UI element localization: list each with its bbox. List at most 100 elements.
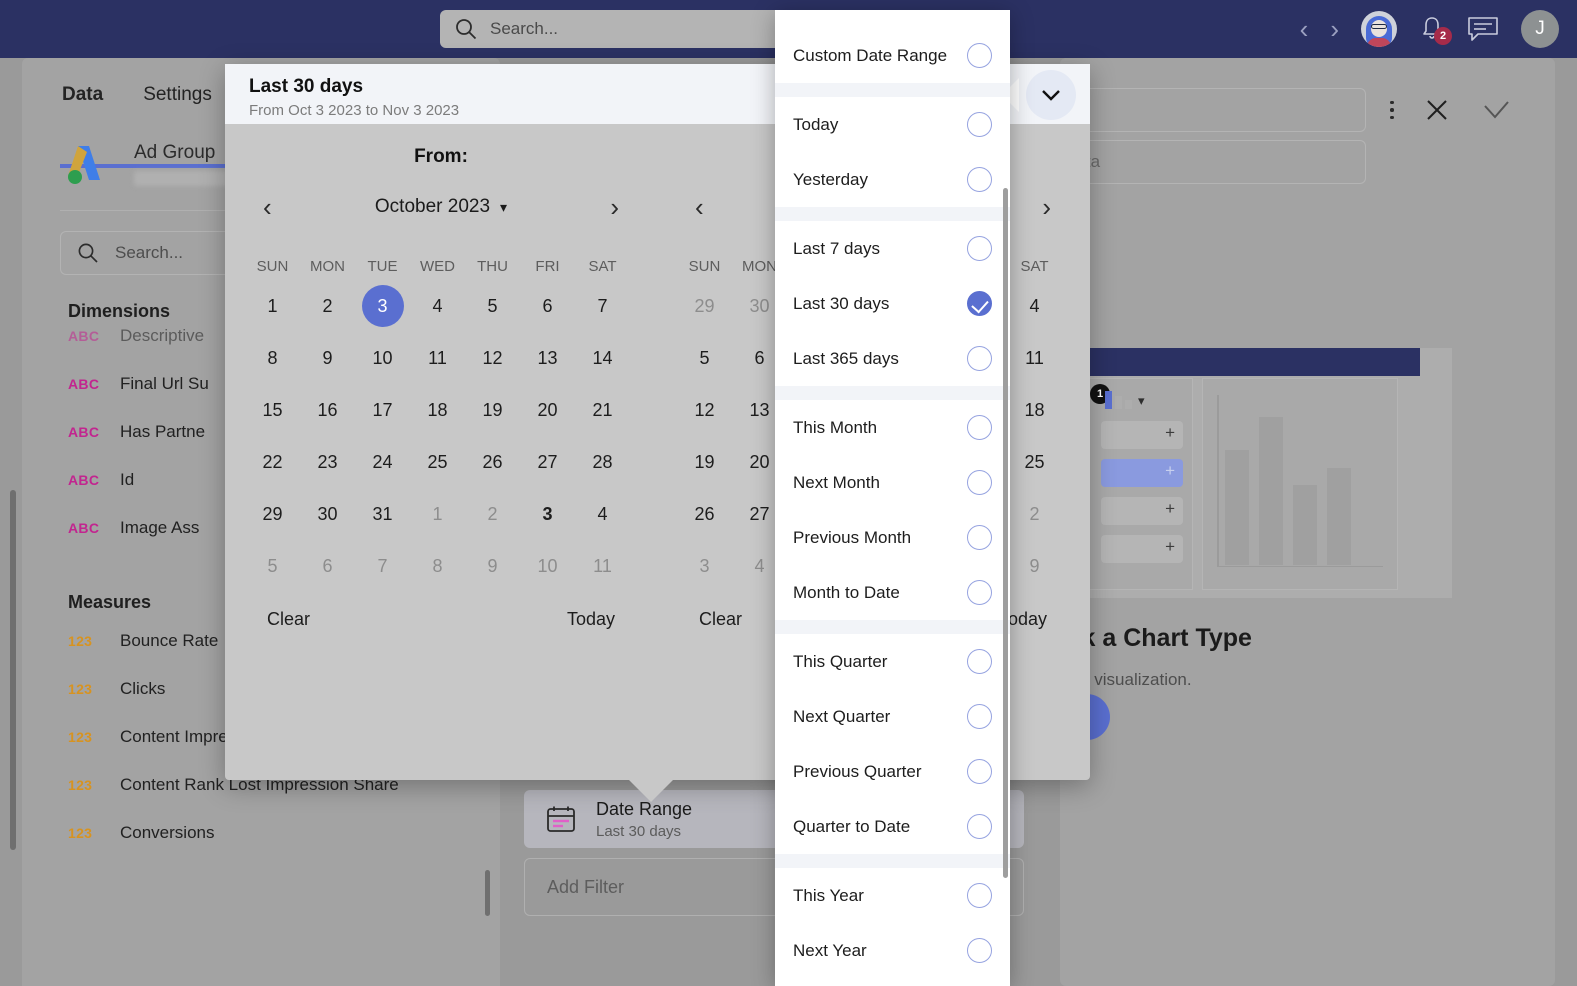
calendar-day[interactable]: 6	[520, 285, 575, 327]
dropdown-item-today[interactable]: Today	[775, 97, 1010, 152]
calendar-day[interactable]: 26	[677, 493, 732, 535]
radio-icon[interactable]	[967, 167, 992, 192]
close-icon[interactable]	[1422, 95, 1452, 125]
notifications-button[interactable]: 2	[1419, 15, 1452, 45]
calendar-day[interactable]: 12	[677, 389, 732, 431]
check-icon[interactable]	[1480, 95, 1512, 125]
next-month-button[interactable]: ›	[1042, 194, 1051, 220]
calendar-day[interactable]: 7	[355, 545, 410, 587]
calendar-day[interactable]: 26	[465, 441, 520, 483]
date-preset-dropdown[interactable]: Custom Date Range Today Yesterday Last 7 da…	[775, 10, 1010, 986]
next-month-button[interactable]: ›	[610, 194, 619, 220]
clear-button[interactable]: Clear	[267, 609, 310, 630]
dropdown-item-previous-quarter[interactable]: Previous Quarter	[775, 744, 1010, 799]
bucket-2[interactable]: +	[1101, 459, 1183, 487]
calendar-day[interactable]: 31	[355, 493, 410, 535]
dropdown-item-next-year[interactable]: Next Year	[775, 923, 1010, 978]
user-avatar[interactable]: J	[1521, 10, 1559, 48]
calendar-day[interactable]: 4	[410, 285, 465, 327]
calendar-day[interactable]: 11	[575, 545, 630, 587]
dropdown-item-previous-month[interactable]: Previous Month	[775, 510, 1010, 565]
calendar-day[interactable]: 10	[355, 337, 410, 379]
radio-icon[interactable]	[967, 759, 992, 784]
calendar-day[interactable]: 1	[410, 493, 465, 535]
chevron-right-icon[interactable]: ›	[1330, 16, 1339, 42]
calendar-day[interactable]: 27	[520, 441, 575, 483]
calendar-day[interactable]: 10	[520, 545, 575, 587]
calendar-day[interactable]: 25	[410, 441, 465, 483]
radio-checked-icon[interactable]	[967, 291, 992, 316]
dropdown-item-next-month[interactable]: Next Month	[775, 455, 1010, 510]
dropdown-scrollbar[interactable]	[1003, 188, 1008, 878]
prev-month-button[interactable]: ‹	[263, 194, 272, 220]
calendar-from-grid[interactable]: 1 2 3 4 5 6 7 8 9 10 11 12 13 14 15 16 17 18 19 20 21 22 23 24 2…	[225, 285, 657, 587]
calendar-day[interactable]: 21	[575, 389, 630, 431]
dropdown-item-this-quarter[interactable]: This Quarter	[775, 634, 1010, 689]
calendar-day[interactable]: 11	[410, 337, 465, 379]
radio-icon[interactable]	[967, 704, 992, 729]
calendar-day[interactable]: 2	[1007, 493, 1062, 535]
calendar-day[interactable]: 5	[677, 337, 732, 379]
radio-icon[interactable]	[967, 525, 992, 550]
calendar-day[interactable]: 28	[575, 441, 630, 483]
dropdown-item-last-30-days[interactable]: Last 30 days	[775, 276, 1010, 331]
radio-icon[interactable]	[967, 883, 992, 908]
list-item[interactable]: 123 Conversions	[22, 809, 500, 857]
calendar-day[interactable]: 4	[1007, 285, 1062, 327]
calendar-day[interactable]: 6	[300, 545, 355, 587]
calendar-day[interactable]: 7	[575, 285, 630, 327]
radio-icon[interactable]	[967, 938, 992, 963]
radio-icon[interactable]	[967, 814, 992, 839]
radio-icon[interactable]	[967, 580, 992, 605]
tab-settings[interactable]: Settings	[143, 84, 212, 120]
month-dropdown-from[interactable]: October 2023 ▾	[375, 196, 507, 218]
calendar-day[interactable]: 19	[677, 441, 732, 483]
dropdown-item-next-quarter[interactable]: Next Quarter	[775, 689, 1010, 744]
chevron-left-icon[interactable]: ‹	[1300, 16, 1309, 42]
measures-scrollbar[interactable]	[485, 870, 490, 916]
calendar-day[interactable]: 13	[520, 337, 575, 379]
radio-icon[interactable]	[967, 470, 992, 495]
messages-icon[interactable]	[1467, 15, 1499, 43]
bucket-3[interactable]: +	[1101, 497, 1183, 525]
calendar-day[interactable]: 8	[245, 337, 300, 379]
sidebar-scrollbar[interactable]	[10, 490, 16, 850]
calendar-day[interactable]: 11	[1007, 337, 1062, 379]
calendar-day[interactable]: 29	[245, 493, 300, 535]
radio-icon[interactable]	[967, 43, 992, 68]
calendar-day[interactable]: 5	[465, 285, 520, 327]
calendar-day[interactable]: 14	[575, 337, 630, 379]
calendar-day[interactable]: 23	[300, 441, 355, 483]
radio-icon[interactable]	[967, 415, 992, 440]
calendar-day[interactable]: 17	[355, 389, 410, 431]
date-preset-toggle-button[interactable]	[1026, 70, 1076, 120]
dropdown-item-quarter-to-date[interactable]: Quarter to Date	[775, 799, 1010, 854]
calendar-day[interactable]: 3	[520, 493, 575, 535]
calendar-day[interactable]: 29	[677, 285, 732, 327]
prev-month-button[interactable]: ‹	[695, 194, 704, 220]
calendar-day[interactable]: 25	[1007, 441, 1062, 483]
dropdown-list[interactable]: Custom Date Range Today Yesterday Last 7 da…	[775, 10, 1010, 978]
avatar[interactable]	[1361, 11, 1397, 47]
calendar-day[interactable]: 30	[300, 493, 355, 535]
global-search-input[interactable]: Search...	[440, 10, 812, 48]
calendar-day[interactable]: 19	[465, 389, 520, 431]
calendar-day[interactable]: 18	[410, 389, 465, 431]
calendar-day[interactable]: 15	[245, 389, 300, 431]
calendar-day[interactable]: 4	[575, 493, 630, 535]
calendar-day[interactable]: 2	[465, 493, 520, 535]
tab-data[interactable]: Data	[62, 84, 103, 120]
dropdown-item-last-7-days[interactable]: Last 7 days	[775, 221, 1010, 276]
calendar-day[interactable]: 5	[245, 545, 300, 587]
calendar-day[interactable]: 8	[410, 545, 465, 587]
dropdown-item-custom-date-range[interactable]: Custom Date Range	[775, 28, 1010, 83]
radio-icon[interactable]	[967, 236, 992, 261]
radio-icon[interactable]	[967, 649, 992, 674]
calendar-day[interactable]: 18	[1007, 389, 1062, 431]
calendar-day[interactable]: 24	[355, 441, 410, 483]
calendar-day[interactable]: 9	[300, 337, 355, 379]
dropdown-item-month-to-date[interactable]: Month to Date	[775, 565, 1010, 620]
dropdown-item-last-365-days[interactable]: Last 365 days	[775, 331, 1010, 386]
calendar-day[interactable]: 16	[300, 389, 355, 431]
calendar-day[interactable]: 3	[355, 285, 410, 327]
